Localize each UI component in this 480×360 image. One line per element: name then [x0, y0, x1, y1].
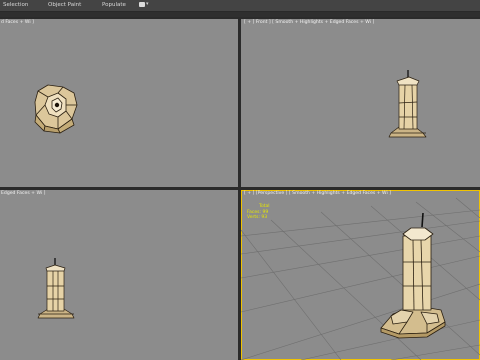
viewport-front[interactable]: [ + ] Front ] [ Smooth + Highlights + Ed…	[241, 19, 480, 187]
candle-top-view	[34, 84, 78, 134]
viewport-left[interactable]: Edged Faces + Wi ]	[0, 190, 238, 360]
ribbon-bar: Selection Object Paint Populate ▾	[0, 0, 480, 12]
candle-left-view	[37, 258, 75, 319]
tab-object-paint[interactable]: Object Paint	[48, 1, 81, 9]
tab-selection[interactable]: Selection	[3, 1, 28, 9]
viewport-top[interactable]: d Faces + Wi ]	[0, 19, 238, 187]
candle-front-view	[388, 70, 427, 138]
tab-populate[interactable]: Populate	[102, 1, 126, 9]
ribbon-toggle-icon[interactable]	[139, 2, 145, 7]
ribbon-collapsed-panel	[0, 12, 480, 17]
home-grid	[241, 197, 480, 360]
wick-icon	[54, 102, 60, 108]
viewport-perspective[interactable]: [ + ] [Perspective ] [ Smooth + Highligh…	[241, 190, 480, 360]
perspective-scene	[241, 197, 480, 360]
chevron-down-icon[interactable]: ▾	[146, 1, 149, 7]
